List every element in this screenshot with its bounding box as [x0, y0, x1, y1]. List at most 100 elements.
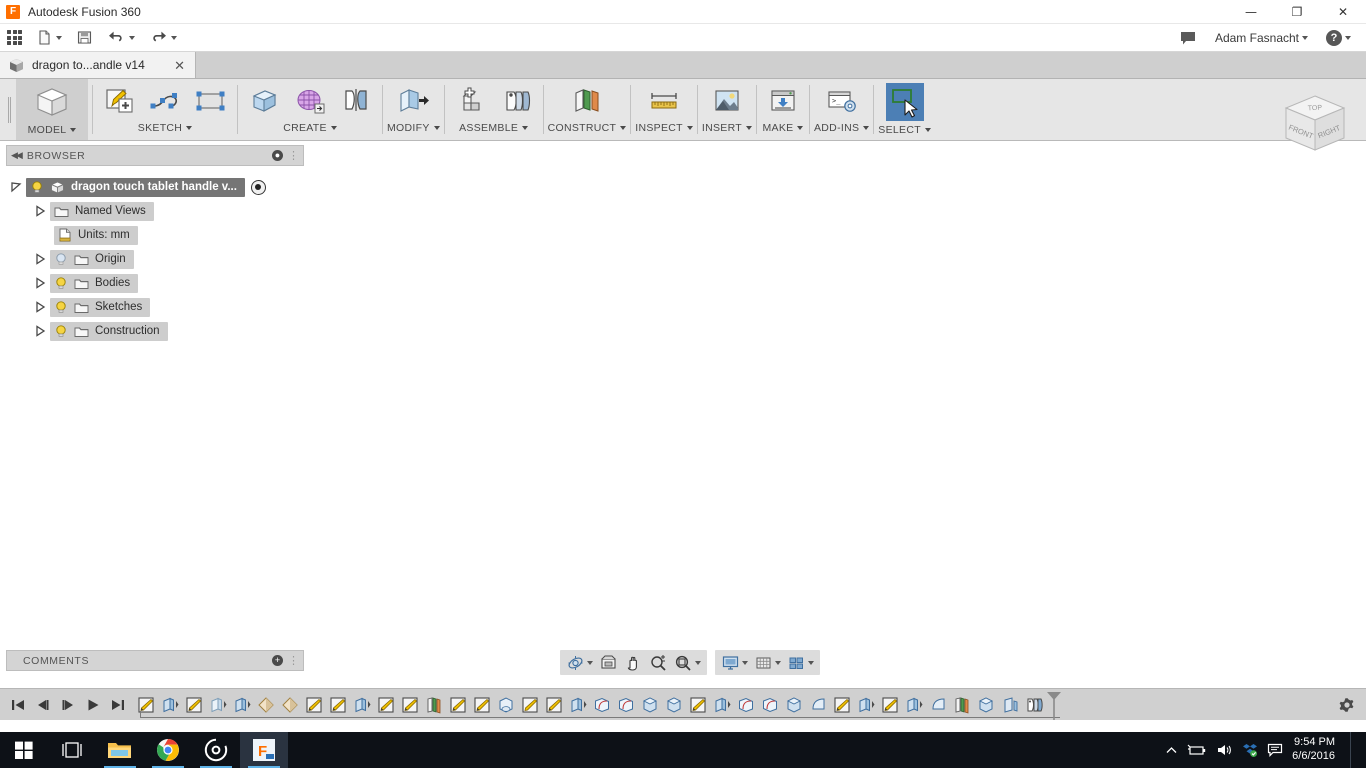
- minimize-button[interactable]: —: [1228, 0, 1274, 24]
- browser-resize-grip[interactable]: ⋮: [288, 149, 299, 162]
- fusion-launcher-button[interactable]: [192, 732, 240, 768]
- tree-node-construction-pill[interactable]: Construction: [50, 322, 168, 341]
- document-tab-strip: dragon to...andle v14 ✕: [0, 52, 1366, 79]
- tree-node-units-pill[interactable]: Units: mm: [54, 226, 138, 245]
- select-button[interactable]: [886, 83, 924, 121]
- mirror-button[interactable]: [334, 83, 378, 119]
- tree-node-bodies-pill[interactable]: Bodies: [50, 274, 138, 293]
- ribbon-panel-model: MODEL: [16, 79, 88, 140]
- dropbox-button[interactable]: [1242, 743, 1258, 758]
- viewports-button[interactable]: [784, 651, 817, 674]
- measure-button[interactable]: [642, 83, 686, 119]
- timeline-end-marker[interactable]: [1046, 691, 1060, 719]
- tree-node-bodies[interactable]: Bodies: [6, 271, 304, 295]
- apps-grid-button[interactable]: [0, 24, 29, 52]
- task-view-button[interactable]: [48, 732, 96, 768]
- inspect-label: INSPECT: [635, 122, 683, 134]
- twisty-collapsed-icon[interactable]: [30, 253, 50, 265]
- show-hidden-icons-button[interactable]: [1165, 744, 1178, 757]
- file-explorer-button[interactable]: [96, 732, 144, 768]
- rectangle-button[interactable]: [189, 83, 233, 119]
- user-menu-button[interactable]: Adam Fasnacht: [1208, 24, 1315, 52]
- fit-button[interactable]: [671, 651, 704, 674]
- spline-button[interactable]: [143, 83, 187, 119]
- new-document-button[interactable]: [29, 24, 69, 52]
- twisty-collapsed-icon[interactable]: [30, 301, 50, 313]
- save-button[interactable]: [69, 24, 100, 52]
- show-desktop-button[interactable]: [1350, 732, 1356, 768]
- timeline-play-button[interactable]: [81, 692, 105, 718]
- grid-snaps-button[interactable]: [751, 651, 784, 674]
- twisty-collapsed-icon[interactable]: [30, 325, 50, 337]
- 3d-print-button[interactable]: [761, 83, 805, 119]
- twisty-collapsed-icon[interactable]: [30, 277, 50, 289]
- timeline-step-back-button[interactable]: [31, 692, 55, 718]
- tree-node-root-pill[interactable]: dragon touch tablet handle v...: [26, 178, 245, 197]
- light-bulb-on-icon[interactable]: [54, 324, 68, 338]
- scripts-addins-button[interactable]: >_: [820, 83, 864, 119]
- help-button[interactable]: ?: [1319, 24, 1358, 52]
- extrude-button[interactable]: [242, 83, 286, 119]
- action-center-button[interactable]: [1267, 743, 1283, 757]
- model-workspace-button[interactable]: [26, 83, 78, 121]
- press-pull-button[interactable]: [391, 83, 435, 119]
- document-tab[interactable]: dragon to...andle v14 ✕: [0, 52, 196, 78]
- modify-caret-icon: [434, 126, 440, 130]
- timeline-go-to-end-button[interactable]: [106, 692, 130, 718]
- twisty-collapsed-icon[interactable]: [30, 205, 50, 217]
- document-tab-close-icon[interactable]: ✕: [172, 59, 187, 72]
- joint-button[interactable]: [495, 83, 539, 119]
- timeline-track[interactable]: [134, 689, 1060, 721]
- browser-options-icon[interactable]: ●: [272, 150, 283, 161]
- pan-hand-icon: [624, 654, 643, 672]
- light-bulb-on-icon[interactable]: [30, 180, 44, 194]
- timeline-step-forward-button[interactable]: [56, 692, 80, 718]
- timeline-settings-button[interactable]: [1338, 696, 1366, 714]
- fusion-360-button[interactable]: F: [240, 732, 288, 768]
- orbit-button[interactable]: [563, 651, 596, 674]
- tree-node-sketches[interactable]: Sketches: [6, 295, 304, 319]
- ribbon-separator: [697, 85, 698, 134]
- timeline-go-to-beginning-button[interactable]: [6, 692, 30, 718]
- view-cube[interactable]: TOP FRONT RIGHT: [1272, 88, 1358, 164]
- light-bulb-on-icon[interactable]: [54, 276, 68, 290]
- add-comment-icon[interactable]: +: [272, 655, 283, 666]
- battery-button[interactable]: [1187, 743, 1207, 757]
- notifications-button[interactable]: [1172, 24, 1204, 52]
- viewports-caret-icon: [808, 661, 814, 665]
- undo-button[interactable]: [100, 24, 142, 52]
- close-button[interactable]: ✕: [1320, 0, 1366, 24]
- ribbon-grip[interactable]: [0, 79, 16, 140]
- comments-panel-header[interactable]: COMMENTS + ⋮: [6, 650, 304, 671]
- display-settings-button[interactable]: [718, 651, 751, 674]
- tree-node-named-views-pill[interactable]: Named Views: [50, 202, 154, 221]
- create-form-button[interactable]: [288, 83, 332, 119]
- redo-button[interactable]: [142, 24, 184, 52]
- windows-start-button[interactable]: [0, 732, 48, 768]
- new-component-button[interactable]: [449, 83, 493, 119]
- tree-node-named-views[interactable]: Named Views: [6, 199, 304, 223]
- svg-text:>_: >_: [832, 97, 841, 105]
- comments-resize-grip[interactable]: ⋮: [288, 654, 299, 667]
- tree-node-origin[interactable]: Origin: [6, 247, 304, 271]
- google-chrome-button[interactable]: [144, 732, 192, 768]
- volume-button[interactable]: [1216, 743, 1233, 757]
- zoom-button[interactable]: [646, 651, 671, 674]
- create-sketch-button[interactable]: [97, 83, 141, 119]
- browser-collapse-icon[interactable]: ◀◀: [11, 150, 21, 161]
- tree-node-sketches-pill[interactable]: Sketches: [50, 298, 150, 317]
- tree-node-construction[interactable]: Construction: [6, 319, 304, 343]
- light-bulb-on-icon[interactable]: [54, 300, 68, 314]
- look-at-button[interactable]: [596, 651, 621, 674]
- pan-button[interactable]: [621, 651, 646, 674]
- taskbar-clock[interactable]: 9:54 PM 6/6/2016: [1292, 736, 1335, 764]
- twisty-expanded-icon[interactable]: [6, 181, 26, 193]
- tree-node-units[interactable]: Units: mm: [6, 223, 304, 247]
- maximize-button[interactable]: ❐: [1274, 0, 1320, 24]
- component-activate-radio[interactable]: [251, 180, 266, 195]
- insert-image-button[interactable]: [705, 83, 749, 119]
- offset-plane-button[interactable]: [565, 83, 609, 119]
- tree-node-origin-pill[interactable]: Origin: [50, 250, 134, 269]
- light-bulb-off-icon[interactable]: [54, 252, 68, 266]
- tree-node-root[interactable]: dragon touch tablet handle v...: [6, 175, 304, 199]
